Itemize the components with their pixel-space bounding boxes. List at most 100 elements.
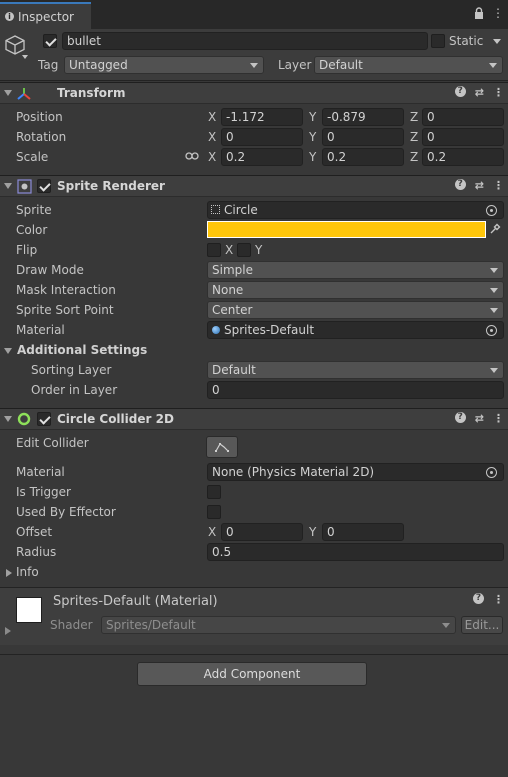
- position-x-axis[interactable]: X: [208, 110, 216, 124]
- mask-interaction-dropdown[interactable]: None: [207, 281, 504, 299]
- used-by-effector-checkbox[interactable]: [207, 505, 221, 519]
- chevron-down-icon: [250, 63, 258, 68]
- foldout-icon[interactable]: [4, 183, 12, 189]
- preset-icon[interactable]: ⇄: [475, 179, 484, 192]
- add-component-button[interactable]: Add Component: [137, 662, 367, 686]
- radius-field[interactable]: 0.5: [207, 543, 504, 561]
- flip-x-label: X: [225, 243, 234, 257]
- flip-y-checkbox[interactable]: [237, 243, 251, 257]
- scale-z-field[interactable]: 0.2: [422, 148, 504, 166]
- draw-mode-value: Simple: [212, 263, 253, 277]
- lock-icon[interactable]: [474, 7, 484, 19]
- preset-icon[interactable]: ⇄: [475, 412, 484, 425]
- order-in-layer-field[interactable]: 0: [207, 381, 504, 399]
- kebab-menu-icon[interactable]: ⋮: [493, 412, 504, 425]
- scale-y-field[interactable]: 0.2: [322, 148, 404, 166]
- tab-inspector-label: Inspector: [18, 9, 74, 24]
- help-icon[interactable]: ?: [454, 179, 466, 190]
- is-trigger-label: Is Trigger: [16, 485, 71, 499]
- scale-x-axis[interactable]: X: [208, 150, 216, 164]
- info-icon: i: [5, 12, 14, 21]
- position-y-axis[interactable]: Y: [309, 110, 316, 124]
- scale-z-axis[interactable]: Z: [410, 150, 418, 164]
- kebab-menu-icon[interactable]: ⋮: [493, 179, 504, 192]
- color-swatch[interactable]: [207, 221, 486, 238]
- material-value: Sprites-Default: [224, 323, 315, 337]
- add-component-label: Add Component: [203, 667, 301, 681]
- help-icon[interactable]: ?: [454, 86, 466, 97]
- sprite-renderer-icon: [17, 179, 32, 194]
- link-icon[interactable]: [185, 151, 199, 161]
- draw-mode-dropdown[interactable]: Simple: [207, 261, 504, 279]
- shader-dropdown[interactable]: Sprites/Default: [101, 616, 456, 634]
- info-label[interactable]: Info: [16, 565, 39, 579]
- foldout-icon[interactable]: [4, 90, 12, 96]
- static-dropdown-icon[interactable]: [493, 39, 501, 44]
- offset-x-axis[interactable]: X: [208, 525, 216, 539]
- sprite-sort-point-value: Center: [212, 303, 253, 317]
- tag-dropdown[interactable]: Untagged: [64, 56, 264, 74]
- info-foldout-icon[interactable]: [6, 569, 12, 577]
- sprite-object-field[interactable]: Circle: [207, 201, 504, 219]
- collider-material-object-field[interactable]: None (Physics Material 2D): [207, 463, 504, 481]
- shader-edit-button[interactable]: Edit...: [461, 616, 503, 634]
- rotation-x-field[interactable]: 0: [221, 128, 303, 146]
- chevron-down-icon: [490, 368, 498, 373]
- edit-collider-button[interactable]: [206, 436, 238, 458]
- object-picker-icon[interactable]: [486, 325, 497, 336]
- active-checkbox[interactable]: [43, 34, 57, 48]
- material-object-field[interactable]: Sprites-Default: [207, 321, 504, 339]
- position-x-field[interactable]: -1.172: [221, 108, 303, 126]
- rotation-z-field[interactable]: 0: [422, 128, 504, 146]
- rotation-z-axis[interactable]: Z: [410, 130, 418, 144]
- circle-collider-enabled-checkbox[interactable]: [37, 412, 51, 426]
- sprite-sort-point-dropdown[interactable]: Center: [207, 301, 504, 319]
- sprite-asset-icon: [211, 205, 220, 214]
- circle-collider-header[interactable]: Circle Collider 2D ? ⇄ ⋮: [0, 408, 508, 430]
- is-trigger-checkbox[interactable]: [207, 485, 221, 499]
- position-z-axis[interactable]: Z: [410, 110, 418, 124]
- order-in-layer-label: Order in Layer: [31, 383, 118, 397]
- material-preview-title: Sprites-Default (Material): [53, 594, 218, 609]
- sorting-layer-dropdown[interactable]: Default: [207, 361, 504, 379]
- scale-x-field[interactable]: 0.2: [221, 148, 303, 166]
- offset-y-axis[interactable]: Y: [309, 525, 316, 539]
- eyedropper-icon[interactable]: [489, 223, 501, 235]
- sprite-renderer-enabled-checkbox[interactable]: [37, 179, 51, 193]
- sprite-renderer-header[interactable]: Sprite Renderer ? ⇄ ⋮: [0, 175, 508, 197]
- offset-y-field[interactable]: 0: [322, 523, 404, 541]
- position-y-field[interactable]: -0.879: [322, 108, 404, 126]
- position-z-field[interactable]: 0: [422, 108, 504, 126]
- kebab-menu-icon[interactable]: ⋮: [493, 86, 504, 99]
- transform-header[interactable]: Transform ? ⇄ ⋮: [0, 82, 508, 104]
- rotation-y-field[interactable]: 0: [322, 128, 404, 146]
- layer-dropdown[interactable]: Default: [314, 56, 503, 74]
- mask-interaction-label: Mask Interaction: [16, 283, 116, 297]
- tab-inspector[interactable]: i Inspector: [0, 2, 91, 29]
- offset-x-field[interactable]: 0: [221, 523, 303, 541]
- rotation-y-axis[interactable]: Y: [309, 130, 316, 144]
- rotation-x-axis[interactable]: X: [208, 130, 216, 144]
- help-icon[interactable]: ?: [473, 593, 484, 604]
- preset-icon[interactable]: ⇄: [475, 86, 484, 99]
- additional-settings-label[interactable]: Additional Settings: [17, 343, 147, 357]
- foldout-icon[interactable]: [5, 627, 11, 635]
- material-preview-section: Sprites-Default (Material) Shader Sprite…: [0, 588, 508, 645]
- object-picker-icon[interactable]: [486, 467, 497, 478]
- transform-title: Transform: [57, 86, 126, 100]
- flip-x-checkbox[interactable]: [207, 243, 221, 257]
- help-icon[interactable]: ?: [454, 412, 466, 423]
- kebab-menu-icon[interactable]: ⋮: [493, 593, 504, 606]
- sprite-sort-point-label: Sprite Sort Point: [16, 303, 114, 317]
- offset-label: Offset: [16, 525, 53, 539]
- object-name-field[interactable]: bullet: [62, 32, 428, 50]
- static-checkbox[interactable]: [431, 34, 445, 48]
- cube-dropdown-icon[interactable]: [22, 55, 28, 59]
- scale-y-axis[interactable]: Y: [309, 150, 316, 164]
- additional-settings-foldout-icon[interactable]: [4, 348, 12, 354]
- foldout-icon[interactable]: [4, 416, 12, 422]
- sorting-layer-label: Sorting Layer: [31, 363, 112, 377]
- kebab-menu-icon[interactable]: ⋮: [492, 6, 504, 20]
- object-picker-icon[interactable]: [486, 205, 497, 216]
- collider-material-label: Material: [16, 465, 65, 479]
